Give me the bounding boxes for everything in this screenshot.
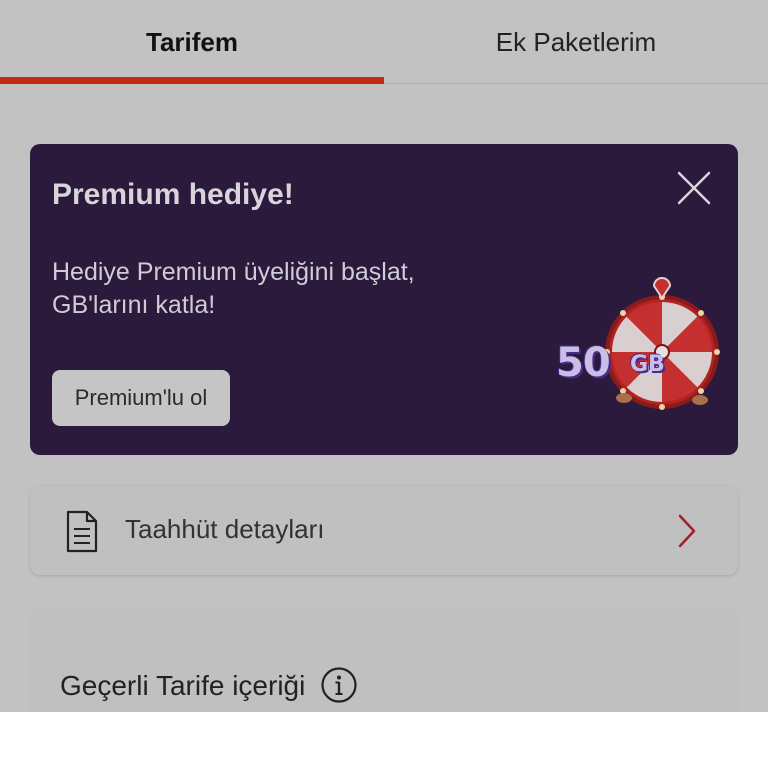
- info-icon[interactable]: [320, 666, 358, 704]
- promo-description: Hediye Premium üyeliğini başlat, GB'ları…: [52, 256, 472, 322]
- chevron-right-icon: [678, 514, 696, 548]
- gb-unit: GB: [630, 352, 665, 377]
- tariff-screen: Tarifem Ek Paketlerim Premium hediye! He…: [0, 0, 768, 712]
- promo-title: Premium hediye!: [52, 178, 294, 211]
- premium-promo-card: Premium hediye! Hediye Premium üyeliğini…: [30, 144, 738, 455]
- tab-bar: Tarifem Ek Paketlerim: [0, 0, 768, 84]
- active-tab-indicator: [0, 77, 384, 84]
- gb-amount: 50: [556, 340, 611, 386]
- bottom-area: [0, 712, 768, 768]
- promo-description-line-1: Hediye Premium üyeliğini başlat,: [52, 258, 415, 286]
- promo-description-line-2: GB'larını katla!: [52, 291, 216, 319]
- document-icon: [66, 510, 98, 553]
- current-tariff-card: Geçerli Tarife içeriği: [30, 606, 738, 712]
- promo-visual: 50 GB: [550, 274, 730, 424]
- tab-ek-paketlerim[interactable]: Ek Paketlerim: [384, 0, 768, 84]
- close-icon[interactable]: [676, 170, 712, 206]
- commitment-details-label: Taahhüt detayları: [125, 514, 325, 544]
- premium-cta-button[interactable]: Premium'lu ol: [52, 370, 230, 426]
- current-tariff-label: Geçerli Tarife içeriği: [60, 670, 306, 701]
- tab-tarifem[interactable]: Tarifem: [0, 0, 384, 84]
- commitment-details-row[interactable]: Taahhüt detayları: [30, 486, 738, 575]
